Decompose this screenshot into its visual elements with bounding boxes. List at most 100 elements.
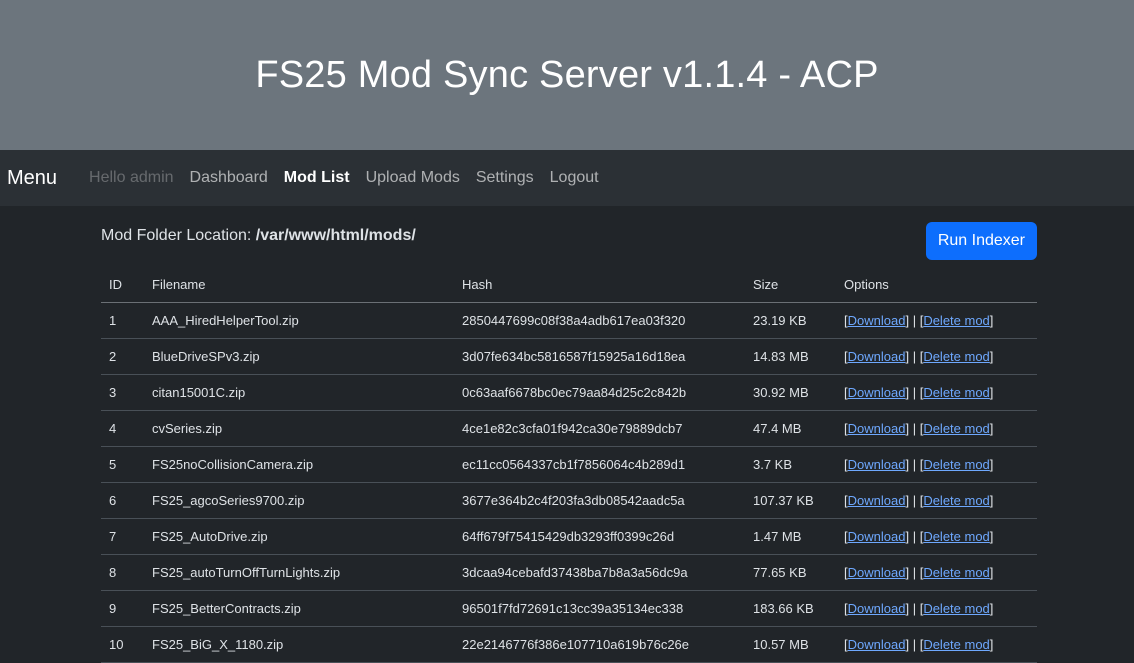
download-link[interactable]: Download xyxy=(848,565,906,580)
run-indexer-button[interactable]: Run Indexer xyxy=(925,222,1037,260)
options-separator: ] | [ xyxy=(905,385,924,400)
options-separator: ] | [ xyxy=(905,565,924,580)
cell-size: 1.47 MB xyxy=(745,518,836,555)
download-link[interactable]: Download xyxy=(848,457,906,472)
cell-options: [Download] | [Delete mod] xyxy=(836,302,1037,339)
cell-id: 4 xyxy=(101,410,144,447)
folder-location-label: Mod Folder Location: xyxy=(101,227,252,244)
separator-text: | xyxy=(912,457,917,472)
nav-dashboard[interactable]: Dashboard xyxy=(182,169,276,187)
nav-logout[interactable]: Logout xyxy=(542,169,607,187)
navbar: Menu Hello admin Dashboard Mod List Upload… xyxy=(0,150,1134,206)
cell-filename: AAA_HiredHelperTool.zip xyxy=(144,302,454,339)
table-row: 3 citan15001C.zip 0c63aaf6678bc0ec79aa84d2… xyxy=(101,374,1037,411)
delete-mod-link[interactable]: Delete mod xyxy=(923,493,989,508)
cell-id: 10 xyxy=(101,626,144,663)
cell-options: [Download] | [Delete mod] xyxy=(836,482,1037,519)
cell-size: 10.57 MB xyxy=(745,626,836,663)
page-header: FS25 Mod Sync Server v1.1.4 - ACP xyxy=(0,0,1134,150)
cell-hash: ec11cc0564337cb1f7856064c4b289d1 xyxy=(454,446,745,483)
table-row: 2 BlueDriveSPv3.zip 3d07fe634bc5816587f159… xyxy=(101,338,1037,375)
cell-filename: FS25_BiG_X_1180.zip xyxy=(144,626,454,663)
bracket: ] xyxy=(989,457,994,472)
options-separator: ] | [ xyxy=(905,493,924,508)
folder-location: Mod Folder Location: /var/www/html/mods/ xyxy=(101,227,416,245)
table-row: 6 FS25_agcoSeries9700.zip 3677e364b2c4f203… xyxy=(101,482,1037,519)
delete-mod-link[interactable]: Delete mod xyxy=(923,637,989,652)
options-separator: ] | [ xyxy=(905,349,924,364)
cell-size: 30.92 MB xyxy=(745,374,836,411)
cell-options: [Download] | [Delete mod] xyxy=(836,590,1037,627)
cell-hash: 3677e364b2c4f203fa3db08542aadc5a xyxy=(454,482,745,519)
cell-hash: 64ff679f75415429db3293ff0399c26d xyxy=(454,518,745,555)
bracket: ] xyxy=(989,637,994,652)
delete-mod-link[interactable]: Delete mod xyxy=(923,601,989,616)
delete-mod-link[interactable]: Delete mod xyxy=(923,385,989,400)
options-separator: ] | [ xyxy=(905,529,924,544)
cell-size: 77.65 KB xyxy=(745,554,836,591)
cell-filename: FS25noCollisionCamera.zip xyxy=(144,446,454,483)
table-row: 1 AAA_HiredHelperTool.zip 2850447699c08f38… xyxy=(101,302,1037,339)
separator-text: | xyxy=(912,529,917,544)
bracket: ] xyxy=(989,385,994,400)
bracket: ] xyxy=(989,313,994,328)
nav-settings[interactable]: Settings xyxy=(468,169,542,187)
nav-upload-mods[interactable]: Upload Mods xyxy=(358,169,468,187)
delete-mod-link[interactable]: Delete mod xyxy=(923,313,989,328)
cell-hash: 22e2146776f386e107710a619b76c26e xyxy=(454,626,745,663)
options-separator: ] | [ xyxy=(905,313,924,328)
download-link[interactable]: Download xyxy=(848,601,906,616)
folder-location-path: /var/www/html/mods/ xyxy=(255,227,416,244)
options-separator: ] | [ xyxy=(905,457,924,472)
cell-hash: 4ce1e82c3cfa01f942ca30e79889dcb7 xyxy=(454,410,745,447)
download-link[interactable]: Download xyxy=(848,421,906,436)
separator-text: | xyxy=(912,313,917,328)
cell-id: 2 xyxy=(101,338,144,375)
cell-id: 6 xyxy=(101,482,144,519)
delete-mod-link[interactable]: Delete mod xyxy=(923,529,989,544)
cell-size: 47.4 MB xyxy=(745,410,836,447)
options-separator: ] | [ xyxy=(905,421,924,436)
cell-hash: 3dcaa94cebafd37438ba7b8a3a56dc9a xyxy=(454,554,745,591)
download-link[interactable]: Download xyxy=(848,493,906,508)
cell-options: [Download] | [Delete mod] xyxy=(836,446,1037,483)
delete-mod-link[interactable]: Delete mod xyxy=(923,457,989,472)
options-separator: ] | [ xyxy=(905,637,924,652)
cell-filename: cvSeries.zip xyxy=(144,410,454,447)
download-link[interactable]: Download xyxy=(848,313,906,328)
bracket: ] xyxy=(989,565,994,580)
table-body: 1 AAA_HiredHelperTool.zip 2850447699c08f38… xyxy=(101,302,1037,663)
delete-mod-link[interactable]: Delete mod xyxy=(923,421,989,436)
cell-size: 14.83 MB xyxy=(745,338,836,375)
delete-mod-link[interactable]: Delete mod xyxy=(923,349,989,364)
column-header-options: Options xyxy=(836,266,1037,303)
download-link[interactable]: Download xyxy=(848,385,906,400)
column-header-id: ID xyxy=(101,266,144,303)
cell-filename: citan15001C.zip xyxy=(144,374,454,411)
column-header-size: Size xyxy=(745,266,836,303)
download-link[interactable]: Download xyxy=(848,349,906,364)
delete-mod-link[interactable]: Delete mod xyxy=(923,565,989,580)
cell-id: 5 xyxy=(101,446,144,483)
table-row: 4 cvSeries.zip 4ce1e82c3cfa01f942ca30e7988… xyxy=(101,410,1037,447)
cell-options: [Download] | [Delete mod] xyxy=(836,374,1037,411)
bracket: ] xyxy=(989,529,994,544)
bracket: ] xyxy=(989,493,994,508)
table-header-row: ID Filename Hash Size Options xyxy=(101,266,1037,303)
mod-table: ID Filename Hash Size Options 1 AAA_Hired… xyxy=(101,266,1037,663)
bracket: ] xyxy=(989,349,994,364)
download-link[interactable]: Download xyxy=(848,529,906,544)
folder-row: Mod Folder Location: /var/www/html/mods/… xyxy=(101,206,1037,266)
navbar-brand[interactable]: Menu xyxy=(7,167,57,190)
download-link[interactable]: Download xyxy=(848,637,906,652)
bracket: ] xyxy=(989,421,994,436)
cell-options: [Download] | [Delete mod] xyxy=(836,626,1037,663)
cell-size: 183.66 KB xyxy=(745,590,836,627)
cell-hash: 3d07fe634bc5816587f15925a16d18ea xyxy=(454,338,745,375)
nav-mod-list[interactable]: Mod List xyxy=(276,169,358,187)
cell-size: 23.19 KB xyxy=(745,302,836,339)
table-row: 5 FS25noCollisionCamera.zip ec11cc0564337c… xyxy=(101,446,1037,483)
nav-items: Dashboard Mod List Upload Mods Settings Logo… xyxy=(182,169,607,187)
separator-text: | xyxy=(912,565,917,580)
separator-text: | xyxy=(912,385,917,400)
